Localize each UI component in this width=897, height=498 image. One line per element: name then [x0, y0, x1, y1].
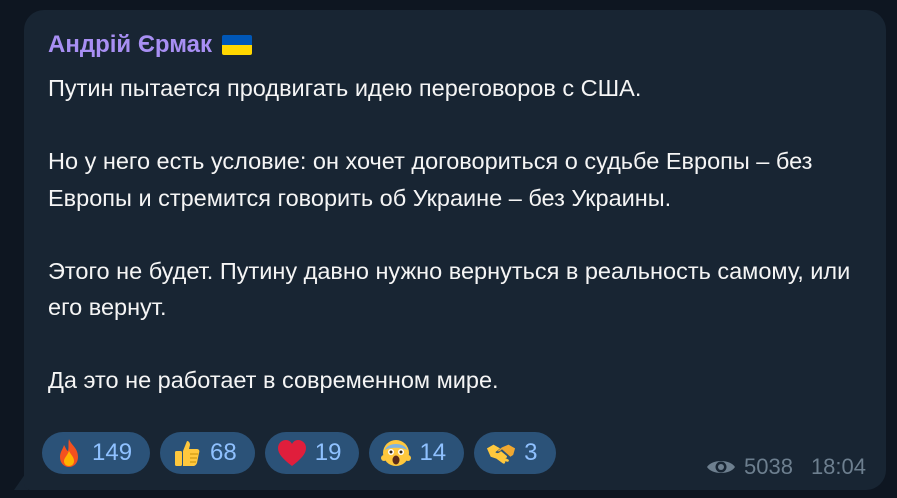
message-text: Путин пытается продвигать идею переговор… — [48, 70, 858, 399]
handshake-icon — [486, 438, 516, 468]
eye-icon — [706, 457, 736, 477]
reaction-count: 19 — [314, 439, 342, 466]
reaction-count: 149 — [92, 439, 133, 466]
reaction-handshake[interactable]: 3 — [474, 432, 556, 474]
message-bubble[interactable]: Андрій Єрмак Путин пытается продвигать и… — [24, 10, 886, 490]
reaction-fire[interactable]: 149 — [42, 432, 151, 474]
reaction-count: 68 — [210, 439, 237, 466]
fire-icon — [54, 438, 84, 468]
screaming-face-icon — [381, 438, 412, 468]
ukraine-flag-icon — [222, 35, 253, 55]
reaction-thumbs-up[interactable]: 68 — [160, 432, 255, 474]
reaction-heart[interactable]: 19 — [264, 432, 360, 474]
reaction-count: 14 — [419, 439, 447, 466]
thumbs-up-icon — [172, 438, 202, 468]
message-time: 18:04 — [810, 454, 866, 479]
message-paragraph-1: Путин пытается продвигать идею переговор… — [48, 75, 642, 101]
reactions-bar: 149 68 19 14 3 — [42, 432, 556, 474]
red-heart-icon — [277, 438, 307, 468]
message-meta: 5038 18:04 — [706, 454, 866, 480]
reaction-count: 3 — [524, 439, 538, 466]
view-count: 5038 — [743, 454, 793, 479]
chat-background: Андрій Єрмак Путин пытается продвигать и… — [0, 0, 897, 498]
message-paragraph-4: Да это не работает в современном мире. — [48, 367, 499, 393]
message-paragraph-3: Этого не будет. Путину давно нужно верну… — [48, 257, 851, 321]
sender-name-row[interactable]: Андрій Єрмак — [48, 30, 253, 60]
sender-name[interactable]: Андрій Єрмак — [48, 30, 212, 60]
reaction-screaming[interactable]: 14 — [369, 432, 465, 474]
message-paragraph-2: Но у него есть условие: он хочет договор… — [48, 148, 813, 211]
